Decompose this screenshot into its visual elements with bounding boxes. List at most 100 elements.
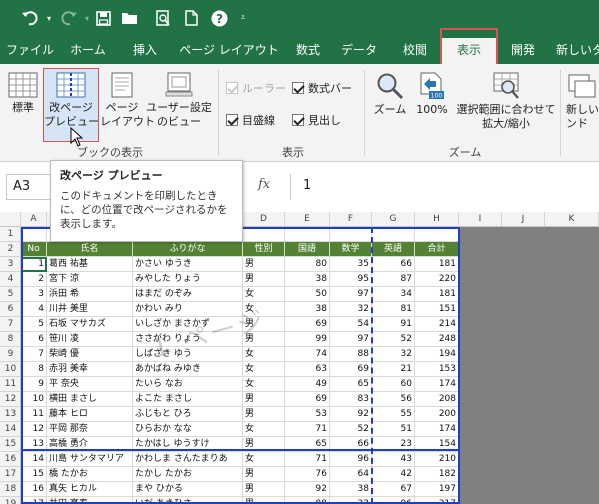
table-cell[interactable]: 76: [285, 467, 330, 482]
table-cell[interactable]: はまだ のぞみ: [133, 287, 243, 302]
table-cell[interactable]: 15: [21, 467, 47, 482]
table-cell[interactable]: 11: [21, 407, 47, 422]
table-cell[interactable]: 2: [21, 272, 47, 287]
redo-dropdown-icon[interactable]: ▾: [82, 6, 92, 30]
active-cell-a3[interactable]: 1: [21, 257, 47, 272]
table-cell[interactable]: 43: [372, 452, 415, 467]
table-cell[interactable]: かわい みり: [133, 302, 243, 317]
table-cell[interactable]: 210: [415, 452, 459, 467]
column-header-k[interactable]: K: [545, 212, 599, 227]
tab-insert[interactable]: 挿入: [120, 36, 170, 64]
zoom-button[interactable]: ズーム: [372, 72, 408, 117]
table-cell[interactable]: 5: [21, 317, 47, 332]
table-cell[interactable]: いしざか まさかず: [133, 317, 243, 332]
table-cell[interactable]: 女: [243, 422, 285, 437]
gridlines-checkbox[interactable]: 目盛線: [226, 112, 275, 128]
column-header-a[interactable]: A: [21, 212, 47, 227]
cell[interactable]: [285, 227, 330, 242]
formula-bar-checkbox[interactable]: 数式バー: [292, 80, 352, 96]
table-cell[interactable]: 32: [372, 347, 415, 362]
table-cell[interactable]: 154: [415, 437, 459, 452]
table-cell[interactable]: ひらおか なな: [133, 422, 243, 437]
table-cell[interactable]: 33: [330, 497, 372, 504]
column-header-h[interactable]: H: [415, 212, 459, 227]
table-cell[interactable]: 66: [372, 257, 415, 272]
table-cell[interactable]: 194: [415, 347, 459, 362]
table-cell[interactable]: 赤羽 美幸: [47, 362, 133, 377]
table-cell[interactable]: 高橋 勇介: [47, 437, 133, 452]
table-cell[interactable]: 197: [415, 482, 459, 497]
table-cell[interactable]: 川島 サンタマリア: [47, 452, 133, 467]
table-cell[interactable]: いだ あきひさ: [133, 497, 243, 504]
table-cell[interactable]: 平 奈央: [47, 377, 133, 392]
tab-view[interactable]: 表示: [442, 38, 496, 64]
table-cell[interactable]: 笹川 凌: [47, 332, 133, 347]
table-cell[interactable]: 男: [243, 482, 285, 497]
select-all-corner[interactable]: [0, 212, 21, 227]
print-preview-icon[interactable]: [152, 6, 174, 30]
table-cell[interactable]: 181: [415, 257, 459, 272]
table-cell[interactable]: 60: [372, 377, 415, 392]
table-cell[interactable]: たかし たかお: [133, 467, 243, 482]
table-cell[interactable]: 横田 まさし: [47, 392, 133, 407]
table-cell[interactable]: たいら なお: [133, 377, 243, 392]
customize-qat-icon[interactable]: ⩡: [236, 6, 250, 30]
row-header-14[interactable]: 14: [0, 422, 21, 437]
column-header-g[interactable]: G: [372, 212, 415, 227]
ruler-checkbox[interactable]: ルーラー: [226, 80, 286, 96]
table-cell[interactable]: かわしま さんたまりあ: [133, 452, 243, 467]
table-cell[interactable]: 21: [372, 362, 415, 377]
row-header-5[interactable]: 5: [0, 287, 21, 302]
row-header-10[interactable]: 10: [0, 362, 21, 377]
table-cell[interactable]: 男: [243, 332, 285, 347]
table-cell[interactable]: 88: [285, 497, 330, 504]
table-cell[interactable]: 65: [330, 377, 372, 392]
table-cell[interactable]: 248: [415, 332, 459, 347]
row-header-6[interactable]: 6: [0, 302, 21, 317]
table-cell[interactable]: 92: [285, 482, 330, 497]
table-cell[interactable]: 真矢 ヒカル: [47, 482, 133, 497]
table-cell[interactable]: 藤本 ヒロ: [47, 407, 133, 422]
table-cell[interactable]: 16: [21, 482, 47, 497]
table-cell[interactable]: 8: [21, 362, 47, 377]
table-cell[interactable]: 38: [285, 272, 330, 287]
table-cell[interactable]: ささがわ りょう: [133, 332, 243, 347]
table-cell[interactable]: 220: [415, 272, 459, 287]
table-cell[interactable]: 97: [330, 287, 372, 302]
cell[interactable]: [415, 227, 459, 242]
table-cell[interactable]: 81: [372, 302, 415, 317]
table-cell[interactable]: 69: [330, 362, 372, 377]
tab-home[interactable]: ホーム: [62, 36, 114, 64]
cell[interactable]: [21, 227, 47, 242]
row-header-4[interactable]: 4: [0, 272, 21, 287]
cell[interactable]: [243, 227, 285, 242]
table-cell[interactable]: 153: [415, 362, 459, 377]
table-cell[interactable]: 80: [285, 257, 330, 272]
table-header-cell[interactable]: 国語: [285, 242, 330, 257]
table-cell[interactable]: よこた まさし: [133, 392, 243, 407]
help-icon[interactable]: ?: [208, 6, 230, 30]
table-cell[interactable]: 91: [372, 317, 415, 332]
table-cell[interactable]: 42: [372, 467, 415, 482]
table-header-cell[interactable]: 氏名: [47, 242, 133, 257]
table-cell[interactable]: 7: [21, 347, 47, 362]
table-cell[interactable]: 200: [415, 407, 459, 422]
table-cell[interactable]: 55: [372, 407, 415, 422]
table-cell[interactable]: 女: [243, 302, 285, 317]
table-cell[interactable]: 14: [21, 452, 47, 467]
table-cell[interactable]: 34: [372, 287, 415, 302]
table-cell[interactable]: しばざき ゆう: [133, 347, 243, 362]
table-cell[interactable]: 石坂 マサカズ: [47, 317, 133, 332]
table-cell[interactable]: 52: [372, 332, 415, 347]
tab-developer[interactable]: 開発: [502, 36, 544, 64]
table-cell[interactable]: 男: [243, 272, 285, 287]
cell[interactable]: [372, 227, 415, 242]
table-cell[interactable]: 3: [21, 287, 47, 302]
table-cell[interactable]: 10: [21, 392, 47, 407]
table-cell[interactable]: 151: [415, 302, 459, 317]
table-cell[interactable]: あかばね みゆき: [133, 362, 243, 377]
table-cell[interactable]: 女: [243, 347, 285, 362]
table-cell[interactable]: 男: [243, 392, 285, 407]
table-cell[interactable]: 6: [21, 332, 47, 347]
table-cell[interactable]: かさい ゆうき: [133, 257, 243, 272]
